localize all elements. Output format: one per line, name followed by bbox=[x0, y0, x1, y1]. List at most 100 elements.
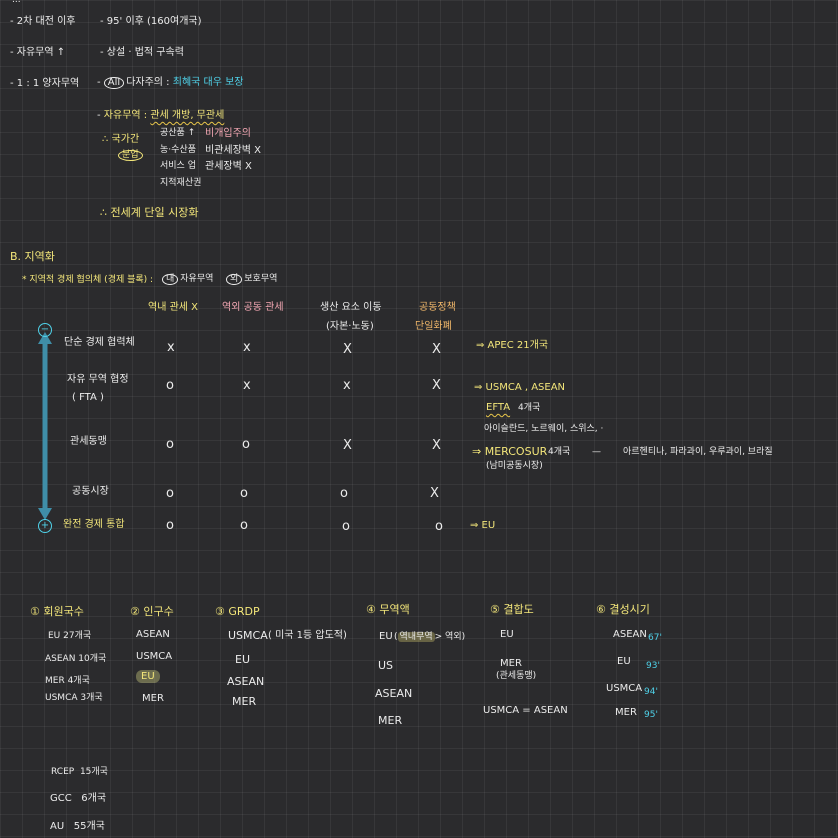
other-bloc: RCEP 15개국 bbox=[51, 768, 108, 777]
cell-mark: X bbox=[432, 438, 441, 453]
status-item: 관세장벽 X bbox=[205, 161, 252, 172]
status-item: 비관세장벽 X bbox=[205, 145, 262, 156]
ranking-item: ASEAN bbox=[136, 629, 170, 640]
efta-members: 아이슬란드, 노르웨이, 스위스, · bbox=[484, 424, 604, 434]
cell-mark: o bbox=[166, 378, 174, 393]
ranking-item: US bbox=[378, 659, 394, 672]
cell-mark: o bbox=[242, 437, 250, 452]
column-subheader: (자본·노동) bbox=[326, 321, 374, 332]
ranking-note: ( 미국 1등 압도적) bbox=[268, 630, 347, 641]
column-subheader: 단일화폐 bbox=[415, 321, 452, 332]
ranking-item: EU bbox=[617, 656, 631, 667]
legend-inner: 내 자유무역 bbox=[162, 274, 213, 285]
example-fta: ⇒ USMCA , ASEAN bbox=[474, 382, 566, 393]
bloc-count: 55개국 bbox=[73, 821, 105, 832]
mercosur-dash: — bbox=[592, 447, 601, 457]
row-sublabel: ( FTA ) bbox=[72, 392, 104, 403]
note-item3-multilateral: - All 다자주의 : 최혜국 대우 보장 bbox=[97, 77, 244, 89]
ranking-item: ASEAN 10개국 bbox=[45, 654, 107, 664]
axis-plus: + bbox=[38, 519, 52, 533]
cell-mark: o bbox=[166, 486, 174, 501]
dash: - bbox=[97, 110, 101, 121]
ranking-item: MER bbox=[615, 707, 637, 718]
therefore-single-market: ∴ 전세계 단일 시장화 bbox=[100, 206, 199, 219]
note-highlight: 역내무역 bbox=[397, 632, 435, 642]
ranking-note: (역내무역 > 역외) bbox=[394, 632, 466, 642]
ranking-item: ASEAN bbox=[227, 675, 265, 688]
cell-mark: X bbox=[343, 342, 352, 357]
ranking-item: EU bbox=[235, 653, 251, 666]
free-trade-note: 관세 개방, 무관세 bbox=[150, 110, 225, 121]
note-close: > 역외) bbox=[434, 632, 466, 642]
note-item1-label: - 2차 대전 이후 bbox=[10, 16, 76, 27]
ranking-item: MER bbox=[378, 714, 403, 727]
ranking-title: ⑤ 결합도 bbox=[490, 603, 534, 616]
ranking-year: 67' bbox=[648, 633, 662, 643]
ranking-title: ④ 무역액 bbox=[366, 603, 410, 616]
bloc-name: GCC bbox=[50, 793, 72, 804]
ranking-title: ③ GRDP bbox=[215, 605, 260, 618]
cell-mark: o bbox=[166, 437, 174, 452]
legend-outer: 외 보호무역 bbox=[226, 274, 277, 285]
cell-mark: X bbox=[432, 342, 441, 357]
ranking-item: EU bbox=[500, 629, 514, 640]
integration-axis-arrow bbox=[38, 332, 52, 520]
inner-circle: 내 bbox=[162, 274, 179, 285]
example-eu: ⇒ EU bbox=[470, 520, 496, 531]
ranking-item: MER 4개국 bbox=[45, 676, 90, 686]
bloc-name: AU bbox=[50, 821, 65, 832]
cell-mark: o bbox=[240, 486, 248, 501]
ranking-sub: (관세동맹) bbox=[496, 671, 537, 681]
section-b-subtitle: * 지역적 경제 협의체 (경제 블록) : bbox=[22, 275, 154, 285]
ranking-year: 95' bbox=[644, 710, 658, 720]
mercosur-count: 4개국 bbox=[548, 447, 571, 457]
note-open: ( bbox=[394, 632, 398, 642]
mercosur-sub: (남미공동시장) bbox=[486, 461, 543, 471]
cell-mark: x bbox=[343, 378, 351, 393]
ranking-title: ① 회원국수 bbox=[30, 605, 84, 618]
ranking-item: USMCA bbox=[228, 629, 268, 642]
division-circle: 분업 bbox=[118, 150, 145, 161]
example-efta: EFTA bbox=[486, 402, 511, 413]
cell-mark: X bbox=[343, 438, 352, 453]
mercosur-members: 아르헨티나, 파라과이, 우루과이, 브라질 bbox=[623, 447, 773, 457]
therefore-division: ∴ 국가간 bbox=[102, 134, 140, 145]
row-label: 관세동맹 bbox=[70, 436, 107, 447]
example-apec: ⇒ APEC 21개국 bbox=[476, 340, 549, 351]
legend-inner-text: 자유무역 bbox=[180, 274, 214, 284]
cell-mark: X bbox=[430, 486, 439, 501]
ranking-item: MER bbox=[142, 693, 164, 704]
ranking-item: EU bbox=[379, 631, 393, 642]
ranking-item: MER bbox=[232, 695, 257, 708]
efta-count: 4개국 bbox=[518, 403, 541, 413]
cell-mark: o bbox=[240, 518, 248, 533]
section-b-title: B. 지역화 bbox=[10, 250, 55, 263]
cell-mark: o bbox=[340, 486, 348, 501]
cell-mark: o bbox=[166, 518, 174, 533]
multilateral-text: 다자주의 : bbox=[126, 77, 170, 88]
goods-item: 공산품 ↑ bbox=[160, 128, 196, 138]
bloc-name: RCEP bbox=[51, 767, 75, 777]
note-item2-detail: - 상설 · 법적 구속력 bbox=[100, 47, 184, 58]
note-item2-label: - 자유무역 ↑ bbox=[10, 47, 66, 58]
ranking-item: EU bbox=[136, 670, 160, 683]
ranking-title: ② 인구수 bbox=[130, 605, 174, 618]
ranking-year: 93' bbox=[646, 661, 660, 671]
free-trade-label: 자유무역 : bbox=[103, 110, 148, 121]
ranking-item: ASEAN bbox=[613, 629, 647, 640]
bloc-count: 15개국 bbox=[79, 767, 108, 777]
cell-mark: o bbox=[342, 519, 350, 534]
division-circle-text: 분업 bbox=[118, 150, 143, 161]
ranking-year: 94' bbox=[644, 687, 658, 697]
mfn-note: 최혜국 대우 보장 bbox=[172, 77, 244, 88]
legend-outer-text: 보호무역 bbox=[244, 274, 278, 284]
ranking-item: USMCA bbox=[606, 683, 643, 694]
cell-mark: o bbox=[435, 519, 443, 534]
goods-item: 농·수산품 bbox=[160, 145, 196, 155]
row-label: 완전 경제 통합 bbox=[63, 519, 125, 530]
note-item4: - 자유무역 : 관세 개방, 무관세 bbox=[97, 111, 224, 121]
note-item1-detail: - 95' 이후 (160여개국) bbox=[100, 16, 202, 27]
cell-mark: x bbox=[243, 340, 251, 355]
row-label: 공동시장 bbox=[72, 486, 109, 497]
row-label: 단순 경제 협력체 bbox=[64, 337, 135, 348]
